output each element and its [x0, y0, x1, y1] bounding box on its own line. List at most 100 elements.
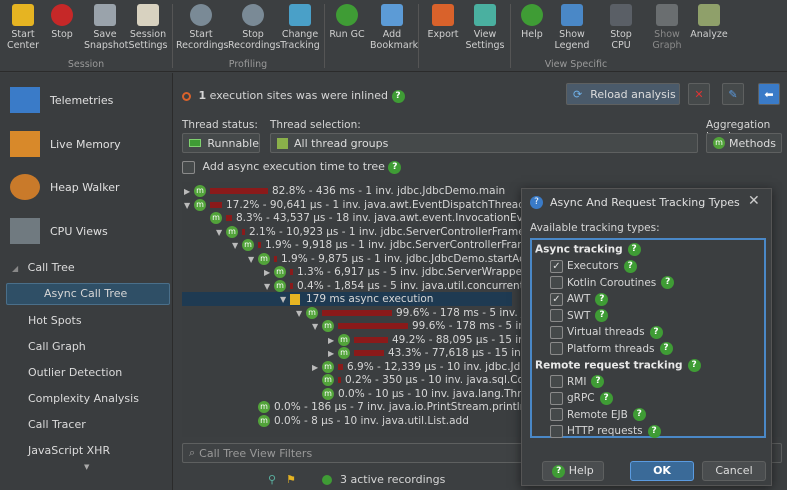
- export-button[interactable]: Export: [424, 2, 462, 40]
- tree-row[interactable]: m 8.3% - 43,537 µs - 18 inv. java.awt.eve…: [200, 211, 572, 225]
- unchecked-checkbox[interactable]: [550, 391, 563, 405]
- tracking-list[interactable]: Async tracking? ✓ Executors? Kotlin Corouti…: [530, 238, 766, 438]
- help-icon[interactable]: ?: [632, 408, 646, 421]
- analyze-button[interactable]: Analyze: [690, 2, 728, 40]
- tracking-option[interactable]: Virtual threads?: [550, 325, 663, 339]
- run-gc-icon: [336, 4, 358, 26]
- sidebar-item-outlier-detection[interactable]: Outlier Detection: [28, 366, 122, 379]
- checked-checkbox[interactable]: ✓: [550, 259, 563, 273]
- close-icon[interactable]: ✕: [748, 193, 760, 209]
- cancel-button[interactable]: Cancel: [702, 461, 766, 481]
- help-button[interactable]: Help: [514, 2, 550, 40]
- sidebar-item-telemetries[interactable]: Telemetries: [10, 80, 170, 120]
- expand-toggle-icon[interactable]: ▼: [296, 307, 306, 321]
- help-icon[interactable]: ?: [595, 292, 609, 306]
- help-icon[interactable]: ?: [649, 325, 663, 339]
- expand-toggle-icon[interactable]: ▼: [248, 253, 258, 267]
- tree-row[interactable]: m 0.0% - 186 µs - 7 inv. java.io.PrintStr…: [248, 400, 526, 414]
- help-icon[interactable]: ?: [623, 259, 637, 273]
- sidebar-item-call-tracer[interactable]: Call Tracer: [28, 418, 86, 431]
- help-button[interactable]: ? Help: [542, 461, 604, 481]
- sidebar-item-live-memory[interactable]: Live Memory: [10, 124, 170, 164]
- view-settings-button[interactable]: View Settings: [464, 2, 506, 51]
- aggregation-select[interactable]: m Methods: [706, 133, 782, 153]
- tree-row[interactable]: ▼ m 17.2% - 90,641 µs - 1 inv. java.awt.Ev…: [184, 198, 546, 212]
- tree-row[interactable]: ▶ m 82.8% - 436 ms - 1 inv. jdbc.JdbcDemo.…: [184, 184, 505, 198]
- unchecked-checkbox[interactable]: [550, 276, 563, 289]
- help-icon[interactable]: ?: [659, 342, 673, 355]
- help-icon[interactable]: ?: [391, 89, 405, 103]
- tracking-option[interactable]: ✓ AWT?: [550, 292, 609, 306]
- tracking-option[interactable]: RMI?: [550, 375, 605, 388]
- sidebar-item-async-call-tree[interactable]: Async Call Tree: [6, 283, 170, 305]
- show-graph-button[interactable]: Show Graph: [648, 2, 686, 51]
- expand-toggle-icon[interactable]: ▼: [312, 320, 322, 334]
- help-icon[interactable]: ?: [595, 309, 609, 322]
- unchecked-checkbox[interactable]: [550, 424, 563, 438]
- stop-cpu-button[interactable]: Stop CPU: [604, 2, 638, 51]
- expand-toggle-icon[interactable]: ▼: [232, 239, 242, 253]
- tracking-option[interactable]: Kotlin Coroutines?: [550, 276, 675, 289]
- scroll-down-icon[interactable]: ▼: [84, 463, 89, 471]
- change-tracking-button[interactable]: Change Tracking: [280, 2, 320, 51]
- stop-button[interactable]: Stop: [46, 2, 78, 40]
- method-icon: m: [322, 374, 334, 386]
- tracking-option[interactable]: HTTP requests?: [550, 424, 661, 438]
- expand-toggle-icon[interactable]: ▼: [216, 226, 226, 240]
- help-icon[interactable]: ?: [627, 243, 641, 256]
- tree-row[interactable]: ▼ m 1.9% - 9,875 µs - 1 inv. jdbc.JdbcDemo…: [248, 252, 551, 266]
- run-gc-button[interactable]: Run GC: [328, 2, 366, 40]
- sidebar-item-call-tree[interactable]: ◢ Call Tree: [12, 261, 75, 274]
- help-icon[interactable]: ?: [591, 375, 605, 388]
- sidebar-item-call-graph[interactable]: Call Graph: [28, 340, 86, 353]
- help-icon[interactable]: ?: [661, 276, 675, 289]
- unchecked-checkbox[interactable]: [550, 309, 563, 322]
- ok-button[interactable]: OK: [630, 461, 694, 481]
- recording-icon: [322, 475, 332, 485]
- add-bookmark-button[interactable]: Add Bookmark: [370, 2, 418, 51]
- close-analysis-button[interactable]: ✕: [688, 83, 710, 105]
- help-icon[interactable]: ?: [687, 358, 701, 372]
- tree-row[interactable]: ▼ 179 ms async execution: [182, 292, 512, 306]
- tracking-option[interactable]: gRPC?: [550, 391, 613, 405]
- unchecked-checkbox[interactable]: [550, 375, 563, 388]
- tree-row[interactable]: ▶ m 6.9% - 12,339 µs - 10 inv. jdbc.JdbcTe…: [312, 360, 549, 374]
- sidebar-item-cpu-views[interactable]: CPU Views: [10, 211, 170, 251]
- reload-analysis-button[interactable]: ⟳ Reload analysis: [566, 83, 680, 105]
- expand-toggle-icon[interactable]: ▼: [280, 293, 290, 307]
- session-settings-button[interactable]: Session Settings: [128, 2, 168, 51]
- start-recordings-button[interactable]: Start Recordings: [176, 2, 228, 51]
- tracking-option[interactable]: Remote EJB?: [550, 408, 646, 421]
- tracking-option[interactable]: SWT?: [550, 309, 609, 322]
- show-legend-button[interactable]: Show Legend: [552, 2, 592, 51]
- live-memory-icon: [10, 131, 40, 157]
- help-icon[interactable]: ?: [647, 424, 661, 438]
- unchecked-checkbox[interactable]: [550, 325, 563, 339]
- tree-row[interactable]: m 0.0% - 8 µs - 10 inv. java.util.List.ad…: [248, 414, 469, 428]
- tree-row[interactable]: m 0.0% - 10 µs - 10 inv. java.lang.Thread…: [312, 387, 544, 401]
- sidebar-item-hot-spots[interactable]: Hot Spots: [28, 314, 82, 327]
- async-checkbox-row[interactable]: Add async execution time to tree ?: [182, 160, 402, 174]
- tracking-option[interactable]: Platform threads?: [550, 342, 673, 355]
- sidebar-item-complexity-analysis[interactable]: Complexity Analysis: [28, 392, 139, 405]
- tracking-option[interactable]: ✓ Executors?: [550, 259, 637, 273]
- stop-recordings-button[interactable]: Stop Recordings: [228, 2, 280, 51]
- tree-row[interactable]: m 0.2% - 350 µs - 10 inv. java.sql.Connec: [312, 373, 550, 387]
- expand-toggle-icon[interactable]: ▼: [184, 199, 194, 213]
- help-icon[interactable]: ?: [388, 160, 402, 174]
- help-icon[interactable]: ?: [599, 391, 613, 405]
- thread-status-select[interactable]: Runnable: [182, 133, 260, 153]
- async-checkbox[interactable]: [182, 160, 195, 174]
- back-button[interactable]: ⬅: [758, 83, 780, 105]
- checked-checkbox[interactable]: ✓: [550, 292, 563, 306]
- unchecked-checkbox[interactable]: [550, 342, 563, 355]
- sidebar-item-javascript-xhr[interactable]: JavaScript XHR: [28, 444, 110, 457]
- unchecked-checkbox[interactable]: [550, 408, 563, 421]
- thread-selection-select[interactable]: All thread groups: [270, 133, 698, 153]
- start-center-button[interactable]: Start Center: [4, 2, 42, 51]
- sidebar-item-heap-walker[interactable]: Heap Walker: [10, 167, 170, 207]
- arrow-left-icon: ⬅: [764, 87, 774, 101]
- info-bar: 1 execution sites was were inlined ?: [182, 89, 405, 103]
- save-snapshot-button[interactable]: Save Snapshot: [84, 2, 128, 51]
- edit-button[interactable]: ✎: [722, 83, 744, 105]
